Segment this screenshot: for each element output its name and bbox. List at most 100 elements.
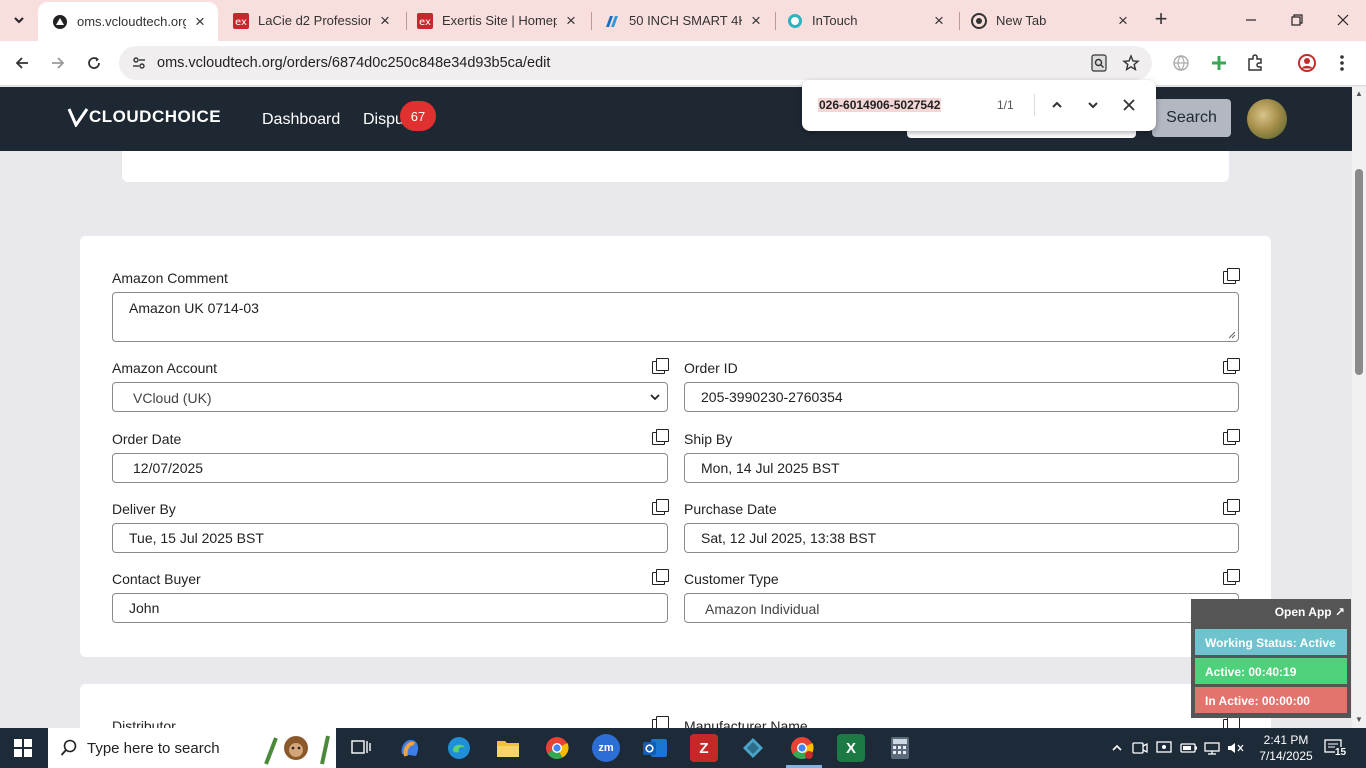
bookmark-star-icon[interactable] [1119, 52, 1143, 74]
close-icon[interactable]: × [563, 11, 579, 30]
filezilla-icon[interactable]: Z [690, 734, 718, 762]
calculator-icon[interactable] [886, 734, 914, 762]
brand-logo[interactable]: CLOUDCHOICE [67, 107, 221, 127]
tab-title: 50 INCH SMART 4K U [629, 13, 742, 28]
close-icon[interactable]: × [1115, 11, 1131, 30]
nav-disputes[interactable]: Dispu [363, 111, 404, 129]
find-previous-button[interactable] [1046, 94, 1068, 116]
user-avatar[interactable] [1247, 99, 1287, 139]
resize-grip-icon[interactable] [1226, 329, 1236, 339]
svg-text:ex: ex [419, 17, 431, 28]
chrome-profile-icon[interactable] [788, 734, 816, 762]
site-info-icon[interactable] [127, 52, 151, 74]
close-icon[interactable]: × [748, 11, 764, 30]
chevron-down-icon [14, 17, 24, 24]
find-close-button[interactable] [1118, 94, 1140, 116]
logo-text: CLOUDCHOICE [89, 107, 222, 126]
disputes-count-badge: 67 [400, 101, 436, 131]
copy-icon[interactable] [652, 358, 669, 374]
restore-button[interactable] [1284, 8, 1310, 32]
edge-icon[interactable] [445, 734, 473, 762]
amazon-comment-field[interactable]: Amazon UK 0714-03 [112, 292, 1239, 342]
tray-battery-icon[interactable] [1180, 739, 1198, 757]
notification-center-button[interactable]: 15 [1322, 738, 1348, 758]
order-id-field[interactable]: 205-3990230-2760354 [684, 382, 1239, 412]
order-date-field[interactable]: 12/07/2025 [112, 453, 668, 483]
window-close-button[interactable] [1330, 8, 1356, 32]
tab-exertis[interactable]: ex Exertis Site | Homepa × [403, 0, 589, 41]
minimize-button[interactable] [1238, 8, 1264, 32]
contact-buyer-value: John [129, 600, 160, 616]
tab-intouch[interactable]: InTouch × [773, 0, 957, 41]
address-bar[interactable]: oms.vcloudtech.org/orders/6874d0c250c848… [119, 46, 1152, 80]
copy-icon[interactable] [1223, 429, 1240, 445]
scroll-down-arrow-icon[interactable]: ▼ [1354, 715, 1364, 725]
tab-lacie[interactable]: ex LaCie d2 Professional × [219, 0, 403, 41]
find-in-page-bar: 026-6014906-5027542 1/1 [802, 80, 1156, 131]
tab-new-tab[interactable]: New Tab × [957, 0, 1141, 41]
extensions-puzzle-icon[interactable] [1243, 51, 1267, 75]
scroll-up-arrow-icon[interactable]: ▲ [1354, 89, 1364, 99]
tab-title: LaCie d2 Professional [258, 13, 371, 28]
copy-icon[interactable] [1223, 268, 1240, 284]
tab-smart-tv[interactable]: 50 INCH SMART 4K U × [590, 0, 774, 41]
copy-icon[interactable] [1223, 499, 1240, 515]
search-button[interactable]: Search [1152, 99, 1231, 137]
tab-oms[interactable]: oms.vcloudtech.org/c × [38, 2, 218, 41]
restore-icon [1291, 14, 1303, 26]
new-tab-button[interactable]: + [1150, 6, 1172, 31]
chevron-up-icon [1052, 101, 1062, 108]
tray-network-icon[interactable] [1203, 739, 1221, 757]
copy-icon[interactable] [1223, 358, 1240, 374]
deliver-by-field[interactable]: Tue, 15 Jul 2025 BST [112, 523, 668, 553]
svg-text:ex: ex [235, 17, 247, 28]
deliver-by-label: Deliver By [112, 501, 176, 517]
find-in-page-icon[interactable] [1087, 52, 1111, 74]
scroll-thumb[interactable] [1355, 169, 1363, 375]
customer-type-select[interactable]: Amazon Individual [684, 593, 1239, 623]
taskbar-clock[interactable]: 2:41 PM 7/14/2025 [1256, 732, 1316, 764]
contact-buyer-field[interactable]: John [112, 593, 668, 623]
purchase-date-field[interactable]: Sat, 12 Jul 2025, 13:38 BST [684, 523, 1239, 553]
extension-plus-icon[interactable] [1207, 51, 1231, 75]
find-input[interactable]: 026-6014906-5027542 [818, 98, 942, 112]
app-diamond-icon[interactable] [739, 734, 767, 762]
find-next-button[interactable] [1082, 94, 1104, 116]
chrome-icon[interactable] [543, 734, 571, 762]
taskbar-search-box[interactable]: Type here to search [48, 728, 336, 768]
page-scrollbar[interactable]: ▲ ▼ [1352, 87, 1366, 728]
working-status-row: Working Status: Active [1195, 629, 1347, 655]
forward-button[interactable] [46, 51, 70, 75]
copy-icon[interactable] [652, 429, 669, 445]
close-icon[interactable]: × [931, 11, 947, 30]
exertis-icon: ex [233, 12, 249, 29]
task-view-icon[interactable] [347, 734, 375, 762]
tab-search-button[interactable] [6, 8, 32, 32]
extension-translate-icon[interactable] [1169, 51, 1193, 75]
close-icon[interactable]: × [192, 12, 208, 31]
reload-button[interactable] [82, 51, 106, 75]
tray-overflow-chevron-icon[interactable] [1108, 739, 1126, 757]
windows-start-icon[interactable] [14, 739, 32, 757]
menu-kebab-icon[interactable] [1330, 51, 1354, 75]
outlook-icon[interactable] [641, 734, 669, 762]
file-explorer-icon[interactable] [494, 734, 522, 762]
tray-display-icon[interactable] [1155, 739, 1173, 757]
copy-icon[interactable] [652, 569, 669, 585]
zoom-icon[interactable]: zm [592, 734, 620, 762]
tray-volume-muted-icon[interactable] [1227, 739, 1245, 757]
copy-icon[interactable] [652, 499, 669, 515]
back-button[interactable] [10, 51, 34, 75]
tray-meet-icon[interactable] [1131, 739, 1149, 757]
excel-icon[interactable]: X [837, 734, 865, 762]
profile-icon[interactable] [1295, 51, 1319, 75]
close-icon[interactable]: × [377, 11, 393, 30]
nav-dashboard[interactable]: Dashboard [262, 111, 340, 129]
back-arrow-icon [15, 57, 28, 69]
ship-by-field[interactable]: Mon, 14 Jul 2025 BST [684, 453, 1239, 483]
copilot-icon[interactable] [396, 734, 424, 762]
copy-icon[interactable] [1223, 569, 1240, 585]
open-app-link[interactable]: Open App ↗ [1275, 605, 1345, 619]
amazon-account-select[interactable]: VCloud (UK) [112, 382, 668, 412]
globe-icon [52, 14, 68, 30]
